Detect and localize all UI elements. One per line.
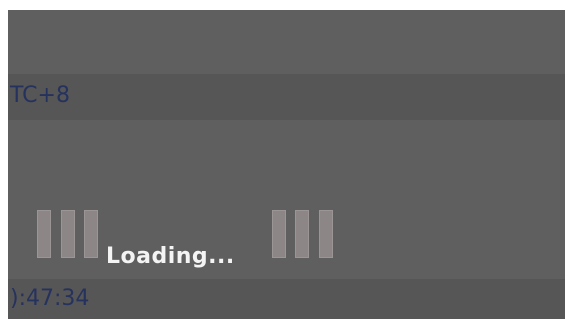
time-row: ):47:34 [8,279,565,319]
loader-bar [84,210,98,258]
loader-bar [319,210,333,258]
timezone-label: TC+8 [10,83,70,108]
loader-bar [272,210,286,258]
timezone-row: TC+8 [8,74,565,120]
loader-bar [61,210,75,258]
loader-bar [37,210,51,258]
loader-bar [295,210,309,258]
loading-text: Loading... [106,244,235,269]
loading-overlay-panel: TC+8 Loading... ):47:34 [8,10,565,319]
time-label: ):47:34 [10,286,90,311]
